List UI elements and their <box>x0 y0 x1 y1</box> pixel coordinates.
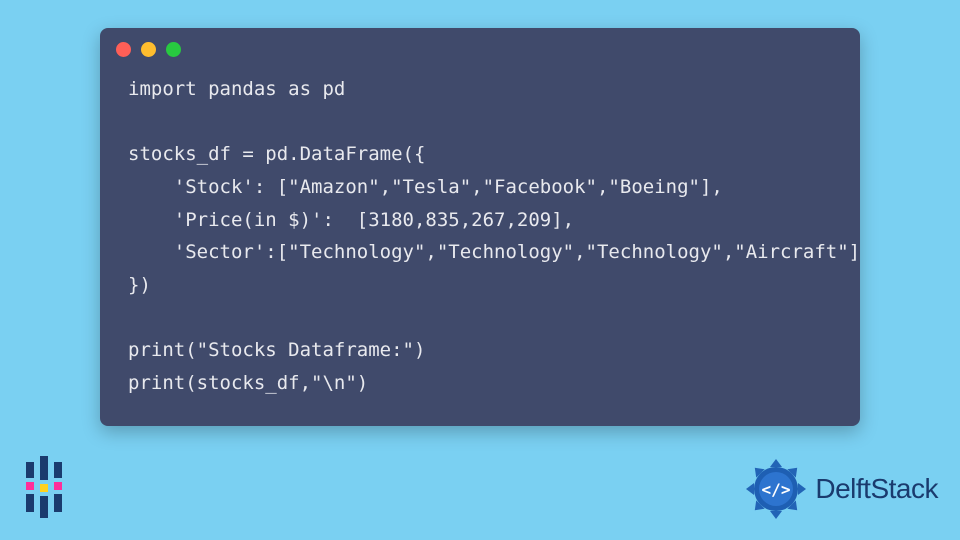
brand-logo: </> DelftStack <box>743 456 938 522</box>
minimize-icon <box>141 42 156 57</box>
code-body: import pandas as pd stocks_df = pd.DataF… <box>100 67 860 408</box>
window-titlebar <box>100 28 860 67</box>
gear-badge-icon: </> <box>743 456 809 522</box>
code-window: import pandas as pd stocks_df = pd.DataF… <box>100 28 860 426</box>
svg-text:</>: </> <box>762 480 791 499</box>
close-icon <box>116 42 131 57</box>
maximize-icon <box>166 42 181 57</box>
logo-left-icon <box>22 456 74 522</box>
brand-name: DelftStack <box>815 473 938 505</box>
